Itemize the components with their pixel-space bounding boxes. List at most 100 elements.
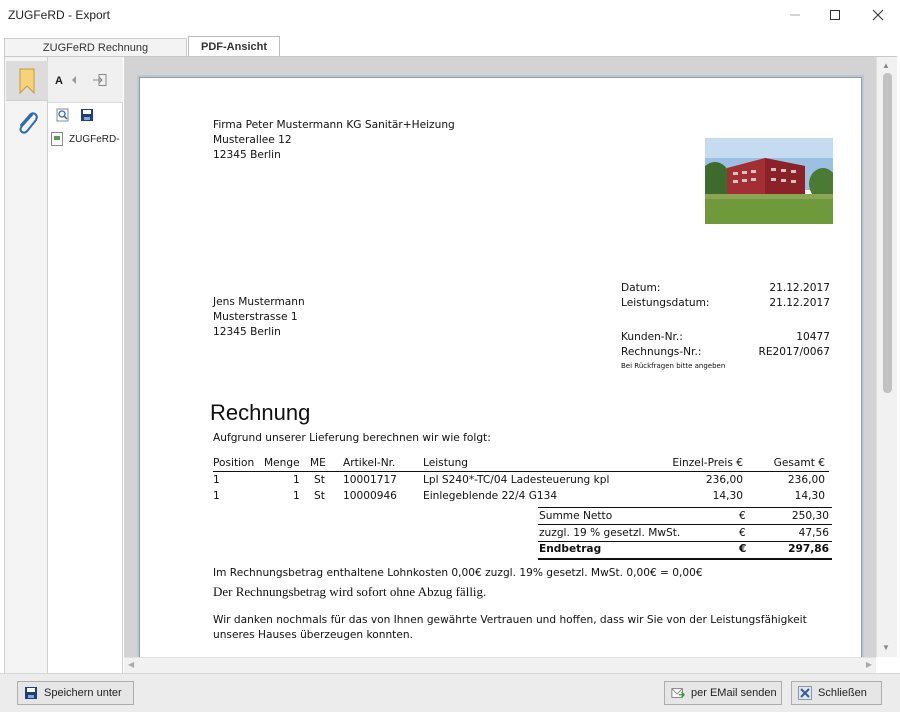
endbetrag-currency: € bbox=[739, 543, 747, 555]
cell-gesamt: 14,30 bbox=[794, 490, 825, 502]
rechnungs-nr-label: Rechnungs-Nr.: bbox=[621, 346, 702, 358]
send-email-button[interactable]: per EMail senden bbox=[664, 681, 782, 705]
kunden-nr-value: 10477 bbox=[796, 331, 830, 343]
tab-pdf-ansicht[interactable]: PDF-Ansicht bbox=[188, 36, 280, 57]
recipient-name: Jens Mustermann bbox=[213, 296, 305, 308]
attachments-button[interactable] bbox=[6, 103, 48, 143]
netto-value: 250,30 bbox=[791, 510, 829, 522]
close-label: Schließen bbox=[818, 687, 867, 699]
kunden-nr-label: Kunden-Nr.: bbox=[621, 331, 683, 343]
endbetrag-value: 297,86 bbox=[788, 543, 829, 555]
endbetrag-label: Endbetrag bbox=[539, 543, 602, 555]
minimize-icon bbox=[790, 14, 800, 16]
pdf-viewport[interactable]: Firma Peter Mustermann KG Sanitär+Heizun… bbox=[124, 57, 876, 657]
mwst-currency: € bbox=[739, 527, 746, 539]
cell-me: St bbox=[314, 474, 325, 486]
recipient-city: 12345 Berlin bbox=[213, 326, 281, 338]
scroll-down-icon[interactable]: ▼ bbox=[882, 643, 890, 652]
attachment-item[interactable]: ZUGFeRD- bbox=[51, 131, 120, 147]
leistungsdatum-label: Leistungsdatum: bbox=[621, 297, 710, 309]
invoice-intro: Aufgrund unserer Lieferung berechnen wir… bbox=[213, 432, 491, 444]
cell-gesamt: 236,00 bbox=[787, 474, 825, 486]
cell-me: St bbox=[314, 490, 325, 502]
totals-rule-3 bbox=[538, 541, 832, 542]
close-button[interactable]: Schließen bbox=[791, 681, 882, 705]
datum-label: Datum: bbox=[621, 282, 661, 294]
sender-name: Firma Peter Mustermann KG Sanitär+Heizun… bbox=[213, 119, 455, 131]
col-header-menge: Menge bbox=[264, 457, 300, 469]
maximize-icon bbox=[830, 10, 840, 20]
scroll-up-icon[interactable]: ▲ bbox=[882, 61, 890, 70]
netto-currency: € bbox=[739, 510, 746, 522]
leistungsdatum-value: 21.12.2017 bbox=[769, 297, 830, 309]
attachments-panel: A ZUGFeRD- bbox=[48, 57, 123, 673]
company-building-photo bbox=[705, 138, 833, 224]
lohnkosten-line: Im Rechnungsbetrag enthaltene Lohnkosten… bbox=[213, 567, 703, 579]
vertical-scrollbar[interactable]: ▲ ▼ bbox=[876, 57, 897, 657]
title-bar: ZUGFeRD - Export bbox=[0, 0, 900, 30]
pdf-page: Firma Peter Mustermann KG Sanitär+Heizun… bbox=[139, 77, 862, 657]
search-icon[interactable] bbox=[56, 108, 70, 122]
attachment-name: ZUGFeRD- bbox=[69, 133, 120, 145]
payment-terms: Der Rechnungsbetrag wird sofort ohne Abz… bbox=[213, 584, 487, 599]
thanks-line-2: unseres Hauses überzeugen konnten. bbox=[213, 629, 413, 641]
save-icon[interactable] bbox=[80, 108, 94, 122]
bookmark-icon bbox=[19, 68, 35, 94]
cell-position: 1 bbox=[213, 490, 220, 502]
cell-leistung: Lpl S240*-TC/04 Ladesteuerung kpl bbox=[423, 474, 610, 486]
totals-rule-2 bbox=[538, 524, 832, 525]
close-icon bbox=[798, 686, 812, 700]
window-title: ZUGFeRD - Export bbox=[8, 8, 111, 22]
cell-menge: 1 bbox=[293, 474, 300, 486]
close-icon bbox=[872, 9, 884, 21]
cell-menge: 1 bbox=[293, 490, 300, 502]
scroll-right-icon[interactable]: ▶ bbox=[866, 660, 872, 669]
rueckfragen-hint: Bei Rückfragen bitte angeben bbox=[621, 362, 726, 370]
save-as-button[interactable]: Speichern unter bbox=[17, 681, 134, 705]
mwst-label: zuzgl. 19 % gesetzl. MwSt. bbox=[539, 527, 681, 539]
export-icon[interactable] bbox=[92, 73, 108, 87]
col-header-gesamt: Gesamt € bbox=[773, 457, 825, 469]
horizontal-scrollbar[interactable]: ◀ ▶ bbox=[124, 657, 876, 673]
arrow-left-icon[interactable] bbox=[70, 75, 78, 85]
paperclip-icon bbox=[19, 112, 38, 134]
tab-zugferd-rechnung[interactable]: ZUGFeRD Rechnung bbox=[4, 38, 187, 56]
font-size-icon[interactable]: A bbox=[55, 75, 63, 87]
datum-value: 21.12.2017 bbox=[769, 282, 830, 294]
vertical-scroll-thumb[interactable] bbox=[883, 73, 892, 393]
save-icon bbox=[25, 687, 37, 699]
cell-einzel-preis: 14,30 bbox=[712, 490, 743, 502]
cell-einzel-preis: 236,00 bbox=[705, 474, 743, 486]
save-as-label: Speichern unter bbox=[44, 687, 122, 699]
netto-label: Summe Netto bbox=[539, 510, 613, 522]
panel-toolbar: A bbox=[48, 57, 123, 103]
close-window-button[interactable] bbox=[855, 0, 900, 30]
cell-artikel-nr: 10000946 bbox=[343, 490, 397, 502]
bookmarks-button[interactable] bbox=[6, 61, 48, 101]
table-header-rule bbox=[213, 471, 829, 472]
col-header-position: Position bbox=[213, 457, 255, 469]
email-icon bbox=[671, 688, 685, 698]
bottom-action-bar: Speichern unter per EMail senden Schließ… bbox=[0, 673, 900, 712]
cell-position: 1 bbox=[213, 474, 220, 486]
sender-city: 12345 Berlin bbox=[213, 149, 281, 161]
pdf-sidebar bbox=[4, 57, 48, 673]
col-header-artikel-nr: Artikel-Nr. bbox=[343, 457, 396, 469]
totals-rule-4 bbox=[538, 558, 832, 560]
col-header-me: ME bbox=[310, 457, 326, 469]
tab-strip: ZUGFeRD Rechnung PDF-Ansicht bbox=[0, 30, 900, 57]
thanks-line-1: Wir danken nochmals für das von Ihnen ge… bbox=[213, 614, 807, 626]
maximize-button[interactable] bbox=[812, 0, 858, 30]
recipient-street: Musterstrasse 1 bbox=[213, 311, 298, 323]
invoice-heading: Rechnung bbox=[210, 400, 311, 425]
mwst-value: 47,56 bbox=[798, 527, 829, 539]
totals-rule-1 bbox=[538, 507, 832, 508]
col-header-einzel-preis: Einzel-Preis € bbox=[672, 457, 743, 469]
sender-street: Musterallee 12 bbox=[213, 134, 292, 146]
scroll-left-icon[interactable]: ◀ bbox=[128, 660, 134, 669]
cell-leistung: Einlegeblende 22/4 G134 bbox=[423, 490, 558, 502]
file-icon bbox=[51, 132, 63, 146]
rechnungs-nr-value: RE2017/0067 bbox=[758, 346, 830, 358]
cell-artikel-nr: 10001717 bbox=[343, 474, 397, 486]
col-header-leistung: Leistung bbox=[423, 457, 469, 469]
